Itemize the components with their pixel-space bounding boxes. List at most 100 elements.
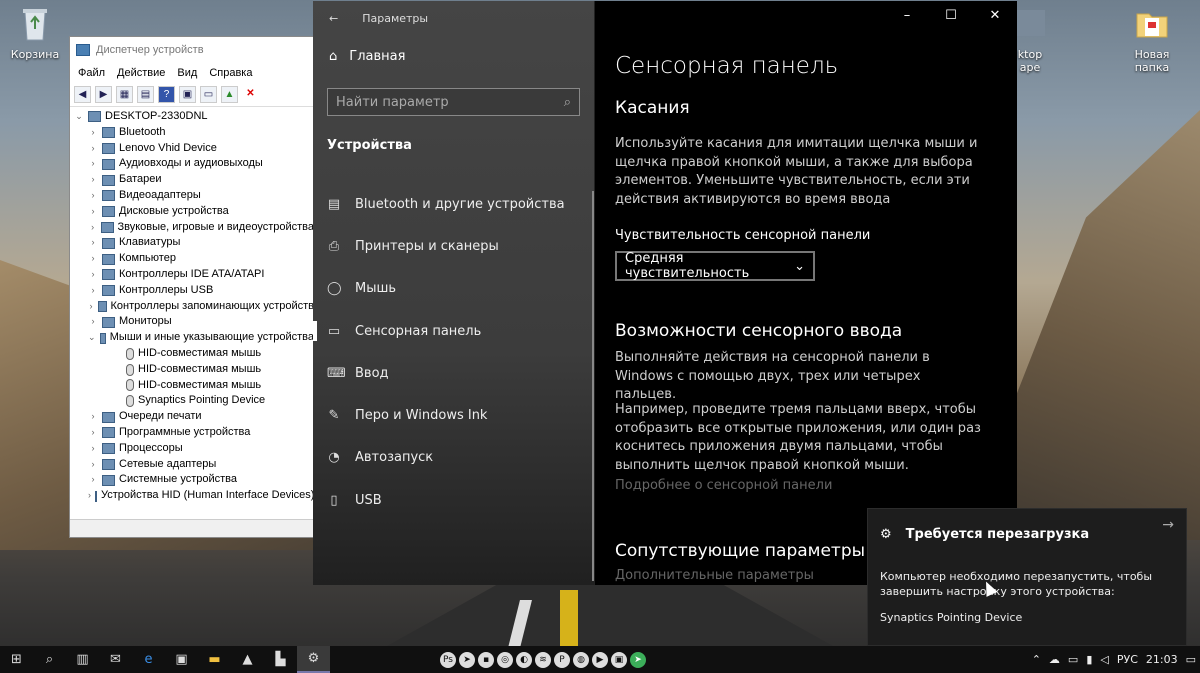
chevron-right-icon[interactable]: ›: [88, 472, 98, 488]
device-tree-category[interactable]: › Контроллеры USB: [74, 283, 314, 299]
chevron-right-icon[interactable]: ›: [88, 425, 98, 441]
device-tree-category[interactable]: › Компьютер: [74, 251, 314, 267]
edge-icon[interactable]: e: [132, 646, 165, 673]
chevron-right-icon[interactable]: ›: [88, 204, 98, 220]
device-tree-leaf[interactable]: Synaptics Pointing Device: [74, 393, 314, 409]
chevron-right-icon[interactable]: ›: [88, 188, 98, 204]
chevron-right-icon[interactable]: ›: [88, 251, 98, 267]
chevron-right-icon[interactable]: ›: [88, 235, 98, 251]
chevron-right-icon[interactable]: ›: [88, 267, 98, 283]
device-tree-category[interactable]: › Сетевые адаптеры: [74, 457, 314, 473]
media-player-icon[interactable]: ▶: [592, 651, 608, 668]
more-info-link[interactable]: Подробнее о сенсорной панели: [615, 478, 832, 493]
monitor-icon[interactable]: ▭: [200, 86, 217, 103]
device-tree-category[interactable]: › Программные устройства: [74, 425, 314, 441]
nav-home[interactable]: ⌂ Главная: [313, 35, 594, 78]
device-tree-leaf[interactable]: HID-совместимая мышь: [74, 362, 314, 378]
chevron-right-icon[interactable]: ›: [88, 125, 98, 141]
app-icon[interactable]: ≋: [535, 651, 551, 668]
back-icon[interactable]: ◀: [74, 86, 91, 103]
nav-item[interactable]: ⌨ Ввод: [313, 352, 594, 394]
chevron-down-icon[interactable]: ⌄: [74, 109, 84, 125]
app-icon[interactable]: ◍: [573, 651, 589, 668]
device-manager-taskbar-icon[interactable]: ▙: [264, 646, 297, 673]
app-icon[interactable]: P: [554, 651, 570, 668]
onedrive-icon[interactable]: ☁: [1049, 653, 1060, 666]
forward-icon[interactable]: ▶: [95, 86, 112, 103]
device-tree-category[interactable]: › Очереди печати: [74, 409, 314, 425]
restart-notification[interactable]: ⚙ Требуется перезагрузка → Компьютер нео…: [867, 508, 1187, 646]
chevron-down-icon[interactable]: ⌄: [88, 330, 96, 346]
device-tree-category[interactable]: › Системные устройства: [74, 472, 314, 488]
minimize-icon[interactable]: –: [885, 1, 929, 31]
app-icon[interactable]: ➤: [630, 651, 646, 668]
device-tree-category[interactable]: › Дисковые устройства: [74, 204, 314, 220]
sensitivity-dropdown[interactable]: Средняя чувствительность ⌄: [615, 251, 815, 281]
chevron-right-icon[interactable]: ›: [88, 488, 91, 503]
add-icon[interactable]: ▲: [221, 86, 238, 103]
settings-taskbar-icon[interactable]: ⚙: [297, 646, 330, 673]
additional-settings-link[interactable]: Дополнительные параметры: [615, 568, 814, 583]
settings-titlebar[interactable]: ← Параметры: [313, 1, 594, 35]
device-tree-category[interactable]: ⌄ Мыши и иные указывающие устройства: [74, 330, 314, 346]
menu-help[interactable]: Справка: [209, 67, 252, 79]
close-icon[interactable]: ✕: [973, 1, 1017, 31]
ps-icon[interactable]: Ps: [440, 651, 456, 668]
nav-item[interactable]: ⎙ Принтеры и сканеры: [313, 225, 594, 267]
desktop-icon-new-folder[interactable]: Новая папка: [1117, 4, 1187, 74]
chevron-right-icon[interactable]: ›: [88, 409, 98, 425]
network-icon[interactable]: ▭: [1068, 653, 1078, 666]
arrow-right-icon[interactable]: →: [1162, 517, 1174, 533]
store-icon[interactable]: ▣: [165, 646, 198, 673]
chrome-icon[interactable]: ◎: [497, 651, 513, 668]
nav-item[interactable]: ▤ Bluetooth и другие устройства: [313, 183, 594, 225]
menu-action[interactable]: Действие: [117, 67, 165, 79]
nav-item[interactable]: ◯ Мышь: [313, 268, 594, 310]
settings-window[interactable]: ← Параметры ⌂ Главная Найти параметр ⌕ У…: [313, 1, 1017, 585]
start-windows-icon[interactable]: ⊞: [0, 646, 33, 673]
clock[interactable]: 21:03: [1146, 653, 1178, 666]
chevron-right-icon[interactable]: ›: [88, 156, 98, 172]
device-tree-category[interactable]: › Lenovo Vhid Device: [74, 141, 314, 157]
device-tree-leaf[interactable]: HID-совместимая мышь: [74, 378, 314, 394]
properties-icon[interactable]: ▤: [137, 86, 154, 103]
chevron-right-icon[interactable]: ›: [88, 172, 98, 188]
chevron-right-icon[interactable]: ›: [88, 220, 97, 236]
chevron-right-icon[interactable]: ›: [88, 141, 98, 157]
nav-item[interactable]: ✎ Перо и Windows Ink: [313, 394, 594, 436]
app-icon[interactable]: ◐: [516, 651, 532, 668]
device-tree-category[interactable]: › Устройства HID (Human Interface Devices…: [74, 488, 314, 503]
language-indicator[interactable]: РУС: [1117, 653, 1138, 666]
device-tree-category[interactable]: › Клавиатуры: [74, 235, 314, 251]
device-tree-root[interactable]: ⌄ DESKTOP-2330DNL: [74, 109, 314, 125]
app-icon[interactable]: ▪: [478, 651, 494, 668]
view-icon[interactable]: ▣: [179, 86, 196, 103]
nav-item[interactable]: ◔ Автозапуск: [313, 437, 594, 479]
device-tree-category[interactable]: › Видеоадаптеры: [74, 188, 314, 204]
nav-scrollbar[interactable]: [592, 191, 594, 581]
back-arrow-icon[interactable]: ←: [329, 12, 338, 25]
device-tree-category[interactable]: › Контроллеры запоминающих устройств: [74, 299, 314, 315]
device-manager-titlebar[interactable]: Диспетчер устройств: [70, 37, 314, 63]
search-icon[interactable]: ⌕: [33, 646, 66, 673]
notification-icon[interactable]: ▭: [1186, 653, 1196, 666]
tree-icon[interactable]: ▦: [116, 86, 133, 103]
chevron-right-icon[interactable]: ›: [88, 457, 98, 473]
device-tree-category[interactable]: › Батареи: [74, 172, 314, 188]
device-tree-category[interactable]: › Bluetooth: [74, 125, 314, 141]
file-explorer-icon[interactable]: ▬: [198, 646, 231, 673]
menu-view[interactable]: Вид: [177, 67, 197, 79]
device-manager-window[interactable]: Диспетчер устройств Файл Действие Вид Сп…: [69, 36, 315, 538]
nav-item[interactable]: ▯ USB: [313, 479, 594, 521]
battery-icon[interactable]: ▮: [1086, 653, 1092, 666]
chevron-right-icon[interactable]: ›: [88, 441, 98, 457]
device-tree-category[interactable]: › Мониторы: [74, 314, 314, 330]
device-tree-leaf[interactable]: HID-совместимая мышь: [74, 346, 314, 362]
photos-icon[interactable]: ▲: [231, 646, 264, 673]
chevron-up-icon[interactable]: ⌃: [1032, 653, 1041, 666]
desktop-icon-recycle-bin[interactable]: Корзина: [0, 4, 70, 61]
app-icon[interactable]: ▣: [611, 651, 627, 668]
search-input[interactable]: Найти параметр ⌕: [327, 88, 580, 116]
menu-file[interactable]: Файл: [78, 67, 105, 79]
mail-icon[interactable]: ✉: [99, 646, 132, 673]
